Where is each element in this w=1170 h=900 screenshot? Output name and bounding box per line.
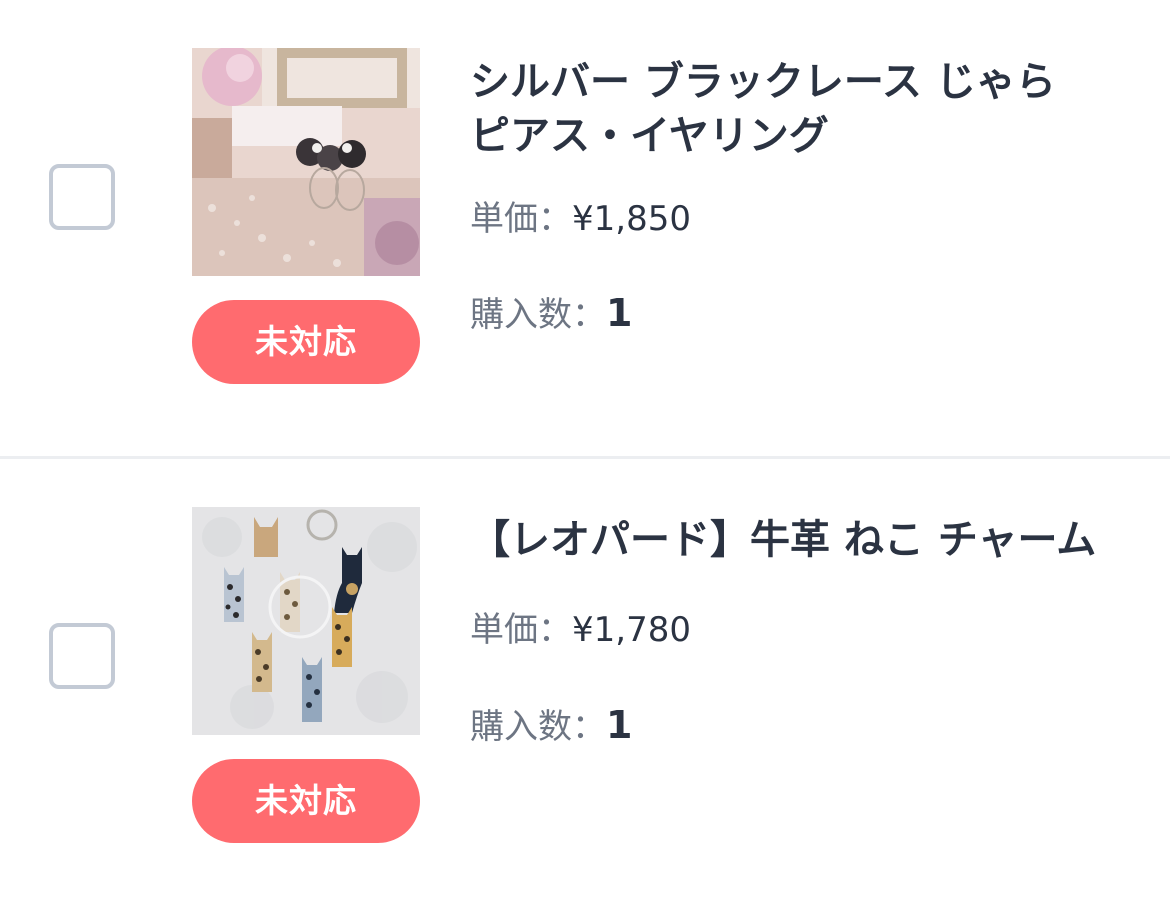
status-unhandled-button[interactable]: 未対応 — [192, 759, 420, 843]
order-item-info: シルバー ブラックレース じゃら ピアス・イヤリング 単価：¥1,850 購入数… — [470, 55, 1130, 335]
earrings-product-photo — [192, 48, 420, 276]
order-item-list: 未対応 シルバー ブラックレース じゃら ピアス・イヤリング 単価：¥1,850… — [0, 0, 1170, 900]
unit-price-value: ¥1,850 — [572, 199, 691, 239]
product-title[interactable]: 【レオパード】牛革 ねこ チャーム — [470, 513, 1130, 567]
product-thumbnail[interactable] — [192, 48, 420, 276]
cat-charm-product-photo — [192, 507, 420, 735]
product-thumbnail[interactable] — [192, 507, 420, 735]
product-title[interactable]: シルバー ブラックレース じゃら ピアス・イヤリング — [470, 55, 1130, 163]
unit-price-row: 単価：¥1,780 — [470, 608, 691, 652]
status-unhandled-button[interactable]: 未対応 — [192, 300, 420, 384]
quantity-label: 購入数： — [470, 707, 606, 747]
unit-price-value: ¥1,780 — [572, 610, 691, 650]
quantity-value: 1 — [606, 291, 633, 335]
unit-price-label: 単価： — [470, 199, 572, 239]
unit-price-label: 単価： — [470, 610, 572, 650]
quantity-label: 購入数： — [470, 295, 606, 335]
select-checkbox[interactable] — [49, 623, 115, 689]
select-checkbox[interactable] — [49, 164, 115, 230]
order-item-info: 【レオパード】牛革 ねこ チャーム 単価：¥1,780 購入数：1 — [470, 513, 1130, 747]
order-item: 未対応 シルバー ブラックレース じゃら ピアス・イヤリング 単価：¥1,850… — [0, 0, 1170, 457]
quantity-row: 購入数：1 — [470, 291, 632, 337]
quantity-value: 1 — [606, 703, 633, 747]
unit-price-row: 単価：¥1,850 — [470, 197, 691, 241]
quantity-row: 購入数：1 — [470, 703, 632, 749]
order-item: 未対応 【レオパード】牛革 ねこ チャーム 単価：¥1,780 購入数：1 — [0, 459, 1170, 900]
